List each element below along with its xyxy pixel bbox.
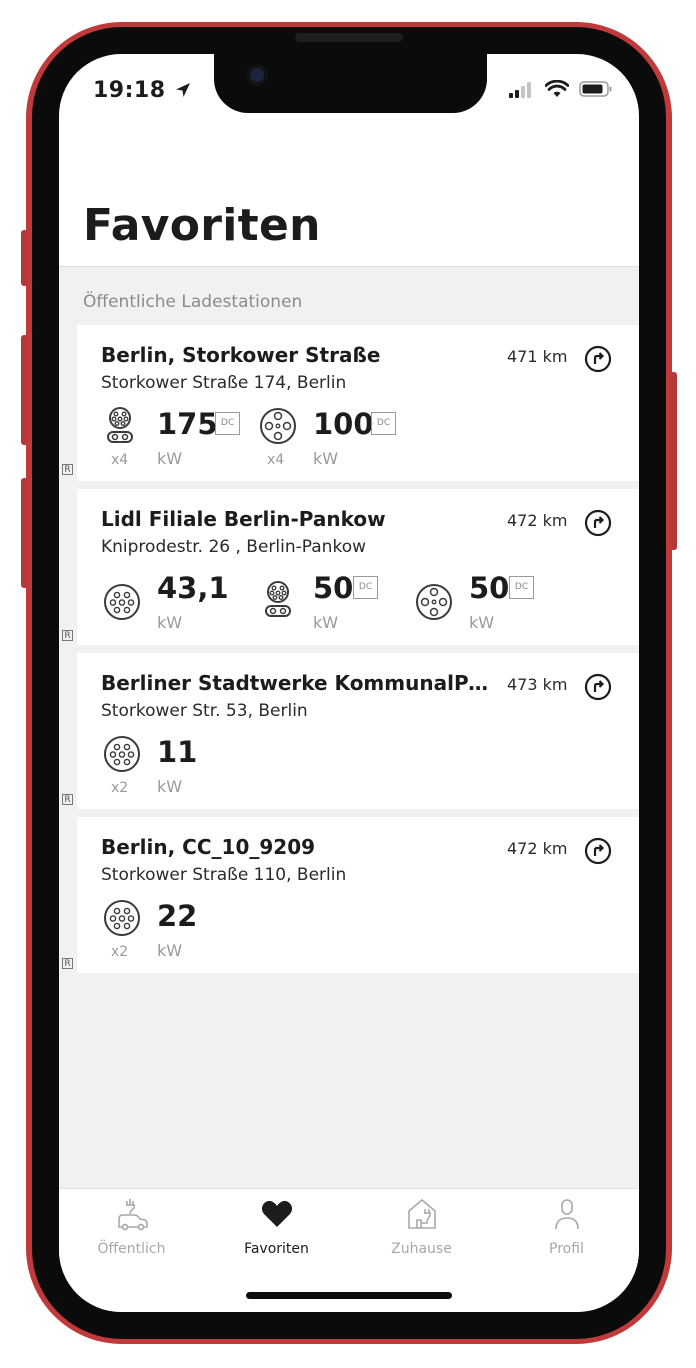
- directions-icon: [584, 837, 612, 865]
- dc-badge: DC: [509, 576, 534, 599]
- connector-count: x2: [111, 944, 129, 960]
- connector-power: 50: [469, 571, 510, 605]
- tab-label: Profil: [549, 1241, 584, 1257]
- connector-count: x2: [111, 780, 129, 796]
- power-unit: kW: [157, 613, 183, 632]
- directions-button[interactable]: [584, 673, 612, 701]
- type2-connector-icon: [103, 735, 141, 775]
- connector-count: x4: [267, 452, 285, 468]
- directions-icon: [584, 673, 612, 701]
- tab-zuhause[interactable]: Zuhause: [349, 1197, 494, 1257]
- station-name: Berliner Stadtwerke KommunalPar...: [101, 671, 491, 695]
- dc-badge: DC: [215, 412, 240, 435]
- type2-connector-icon: [103, 583, 141, 623]
- status-time-text: 19:18: [93, 78, 166, 103]
- power-unit: kW: [469, 613, 495, 632]
- connector-power: 175: [157, 407, 218, 441]
- ccs-connector-icon: [263, 581, 293, 621]
- directions-button[interactable]: [584, 509, 612, 537]
- battery-icon: [579, 80, 613, 102]
- directions-button[interactable]: [584, 837, 612, 865]
- power-unit: kW: [313, 613, 339, 632]
- r-badge: R: [62, 464, 73, 475]
- station-distance: 473 km: [507, 675, 568, 694]
- page-title: Favoriten: [83, 200, 321, 251]
- volume-down-button: [21, 478, 28, 588]
- section-label: Öffentliche Ladestationen: [83, 292, 303, 312]
- connector-power: 50: [313, 571, 354, 605]
- volume-up-button: [21, 335, 28, 445]
- public-charging-car-icon: [117, 1199, 148, 1231]
- tab-oeffentlich[interactable]: Öffentlich: [59, 1197, 204, 1257]
- earpiece-speaker: [295, 33, 403, 42]
- mute-switch: [21, 230, 28, 286]
- dc-badge: DC: [371, 412, 396, 435]
- tab-favoriten[interactable]: Favoriten: [204, 1197, 349, 1257]
- cellular-signal-icon: [509, 80, 535, 102]
- tab-label: Favoriten: [244, 1241, 309, 1257]
- directions-icon: [584, 345, 612, 373]
- station-name: Lidl Filiale Berlin-Pankow: [101, 507, 386, 531]
- station-address: Storkower Straße 174, Berlin: [101, 373, 347, 393]
- connector-power: 11: [157, 735, 198, 769]
- connector-count: x4: [111, 452, 129, 468]
- station-address: Storkower Straße 110, Berlin: [101, 865, 347, 885]
- station-name: Berlin, Storkower Straße: [101, 343, 381, 367]
- tab-label: Öffentlich: [97, 1241, 166, 1257]
- home-charging-icon: [407, 1199, 436, 1229]
- front-camera: [246, 64, 268, 86]
- station-address: Kniprodestr. 26 , Berlin-Pankow: [101, 537, 366, 557]
- status-time: 19:18: [93, 78, 192, 103]
- power-unit: kW: [157, 941, 183, 960]
- location-arrow-icon: [174, 78, 192, 103]
- connector-power: 22: [157, 899, 198, 933]
- station-card[interactable]: Berliner Stadtwerke KommunalPar... Stork…: [77, 653, 639, 809]
- station-distance: 471 km: [507, 347, 568, 366]
- chademo-connector-icon: [259, 407, 297, 447]
- directions-button[interactable]: [584, 345, 612, 373]
- station-card[interactable]: Lidl Filiale Berlin-Pankow Kniprodestr. …: [77, 489, 639, 645]
- directions-icon: [584, 509, 612, 537]
- tab-label: Zuhause: [391, 1241, 452, 1257]
- station-name: Berlin, CC_10_9209: [101, 835, 316, 859]
- connector-power: 100: [313, 407, 374, 441]
- r-badge: R: [62, 630, 73, 641]
- r-badge: R: [62, 794, 73, 805]
- wifi-icon: [544, 79, 570, 102]
- tab-profil[interactable]: Profil: [494, 1197, 639, 1257]
- ccs-connector-icon: [105, 407, 135, 447]
- dc-badge: DC: [353, 576, 378, 599]
- connector-power: 43,1: [157, 571, 229, 605]
- station-card[interactable]: Berlin, CC_10_9209 Storkower Straße 110,…: [77, 817, 639, 973]
- status-icons: [509, 79, 613, 102]
- station-card[interactable]: Berlin, Storkower Straße Storkower Straß…: [77, 325, 639, 481]
- power-unit: kW: [157, 449, 183, 468]
- power-button: [670, 372, 677, 550]
- type2-connector-icon: [103, 899, 141, 939]
- app-screen: 19:18 Favoriten Öffentliche Ladestatione…: [59, 54, 639, 1312]
- power-unit: kW: [157, 777, 183, 796]
- home-indicator[interactable]: [246, 1292, 452, 1299]
- heart-icon: [261, 1200, 292, 1227]
- station-distance: 472 km: [507, 511, 568, 530]
- person-icon: [554, 1199, 579, 1230]
- power-unit: kW: [313, 449, 339, 468]
- station-distance: 472 km: [507, 839, 568, 858]
- station-address: Storkower Str. 53, Berlin: [101, 701, 308, 721]
- chademo-connector-icon: [415, 583, 453, 623]
- r-badge: R: [62, 958, 73, 969]
